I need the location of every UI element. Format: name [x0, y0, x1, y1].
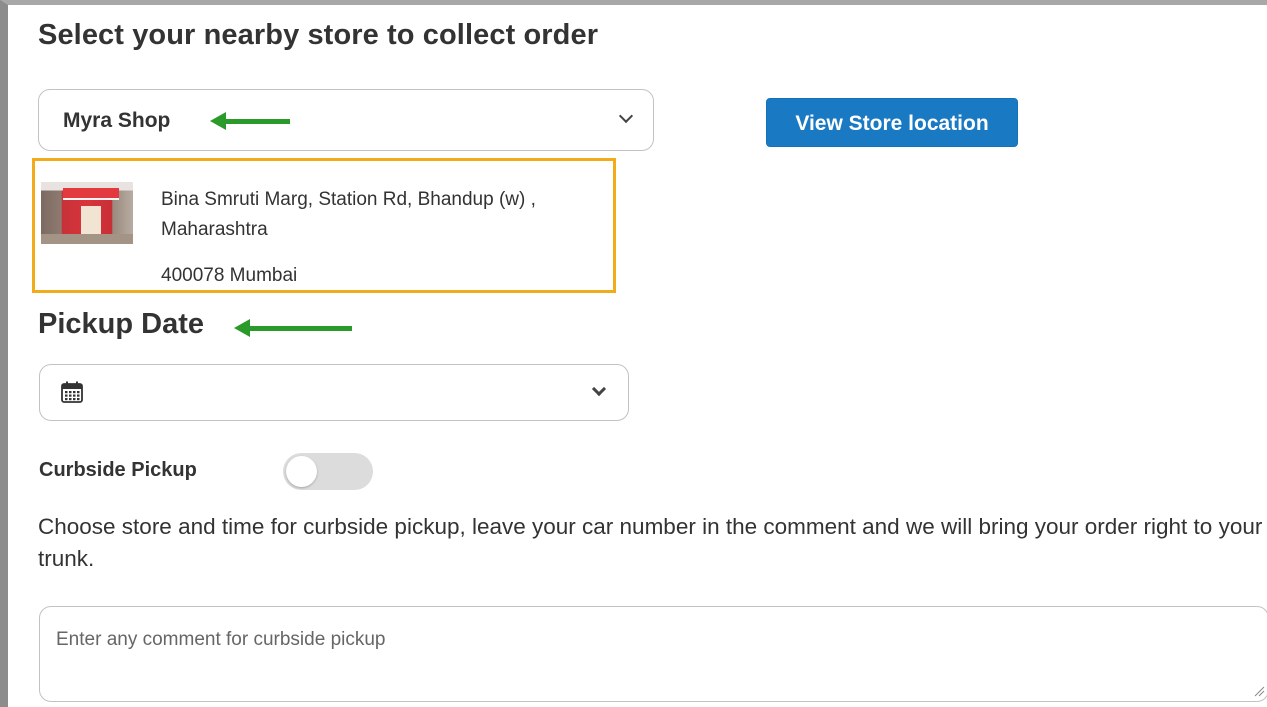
store-address-line-3: 400078 Mumbai: [161, 265, 298, 286]
store-section-heading: Select your nearby store to collect orde…: [38, 19, 599, 51]
chevron-down-icon: [618, 108, 634, 124]
resize-handle-icon[interactable]: [1253, 685, 1265, 697]
chevron-down-icon: [591, 381, 607, 397]
store-address-line-2: Maharashtra: [161, 219, 268, 240]
pickup-date-select[interactable]: [39, 364, 629, 421]
curbside-pickup-toggle[interactable]: [283, 453, 373, 490]
curbside-pickup-label: Curbside Pickup: [39, 459, 197, 481]
calendar-icon: [61, 381, 83, 403]
store-select-value: Myra Shop: [63, 109, 171, 132]
left-arrow-icon: [234, 319, 352, 337]
store-details-card: Bina Smruti Marg, Station Rd, Bhandup (w…: [32, 158, 616, 293]
view-store-location-button[interactable]: View Store location: [766, 98, 1018, 147]
curbside-comment-input[interactable]: [39, 606, 1267, 702]
left-arrow-icon: [210, 112, 290, 130]
store-address-line-1: Bina Smruti Marg, Station Rd, Bhandup (w…: [161, 189, 536, 210]
toggle-knob: [286, 456, 317, 487]
curbside-description: Choose store and time for curbside picku…: [38, 514, 1263, 571]
store-image: [41, 182, 133, 244]
store-select[interactable]: Myra Shop: [38, 89, 654, 151]
checkout-panel: Select your nearby store to collect orde…: [0, 0, 1267, 707]
pickup-date-heading: Pickup Date: [38, 308, 204, 340]
